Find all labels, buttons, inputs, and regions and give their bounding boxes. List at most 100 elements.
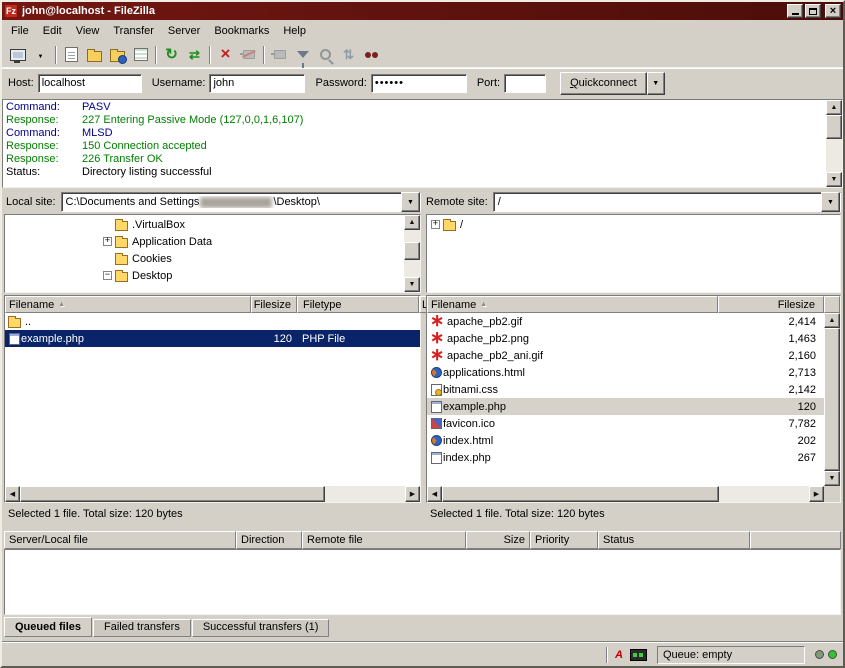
port-input[interactable] (504, 74, 546, 93)
tab-queued-files[interactable]: Queued files (4, 617, 92, 637)
local-file-row[interactable]: .. (5, 313, 420, 330)
remote-vertical-scrollbar[interactable]: ▲ ▼ (824, 313, 840, 486)
toggle-message-log-button[interactable] (60, 44, 83, 66)
queue-body[interactable] (4, 549, 841, 615)
column-filename[interactable]: Filename▲ (5, 296, 251, 313)
remote-site-combobox[interactable]: / ▼ (493, 192, 841, 212)
tree-item[interactable]: +Application Data (5, 233, 420, 250)
host-input[interactable] (38, 74, 142, 93)
maximize-button[interactable] (805, 4, 821, 18)
tab-failed-transfers[interactable]: Failed transfers (93, 619, 191, 637)
sync-browsing-button[interactable] (337, 44, 360, 66)
local-tree-items: .VirtualBox+Application DataCookies−Desk… (5, 216, 420, 284)
column-filename[interactable]: Filename▲ (427, 296, 718, 313)
find-files-button[interactable] (360, 44, 383, 66)
tree-item[interactable]: −Desktop (5, 267, 420, 284)
tree-item[interactable]: +/ (427, 216, 840, 233)
tree-expander-plus-icon[interactable]: + (103, 237, 112, 246)
scroll-up-button[interactable]: ▲ (404, 215, 420, 230)
password-input[interactable] (371, 74, 467, 93)
filter-button[interactable] (291, 44, 314, 66)
scroll-down-button[interactable]: ▼ (824, 471, 840, 486)
compare-button[interactable] (314, 44, 337, 66)
queue-column-server-local-file[interactable]: Server/Local file (4, 531, 236, 549)
tree-expander-minus-icon[interactable]: − (103, 271, 112, 280)
quickconnect-button[interactable]: Quickconnect (560, 72, 647, 95)
toggle-queue-button[interactable] (129, 44, 152, 66)
scroll-right-button[interactable]: ▶ (809, 486, 824, 502)
filezilla-logo-icon[interactable]: Fz (4, 4, 18, 18)
process-queue-button[interactable] (183, 44, 206, 66)
folder-icon (115, 255, 128, 265)
minimize-button[interactable] (787, 4, 803, 18)
disconnect-button[interactable] (237, 44, 260, 66)
local-tree-scrollbar[interactable]: ▲ ▼ (404, 215, 420, 292)
queue-column-priority[interactable]: Priority (530, 531, 598, 549)
menu-item-bookmarks[interactable]: Bookmarks (207, 20, 276, 42)
local-horizontal-scrollbar[interactable]: ◀ ▶ (5, 486, 420, 502)
queue-column-direction[interactable]: Direction (236, 531, 302, 549)
column-filesize[interactable]: Filesize (718, 296, 824, 313)
site-manager-button[interactable] (6, 44, 29, 66)
toggle-local-tree-button[interactable] (83, 44, 106, 66)
queue-column-status[interactable]: Status (598, 531, 750, 549)
titlebar[interactable]: Fz john@localhost - FileZilla × (2, 2, 843, 20)
scroll-left-button[interactable]: ◀ (5, 486, 20, 502)
log-line: Response:150 Connection accepted (6, 140, 824, 153)
log-scrollbar[interactable]: ▲ ▼ (826, 100, 842, 187)
menu-item-edit[interactable]: Edit (36, 20, 69, 42)
remote-file-row[interactable]: index.html202 (427, 432, 824, 449)
log-line: Command:PASV (6, 101, 824, 114)
scroll-thumb[interactable] (20, 486, 325, 502)
scroll-thumb[interactable] (826, 115, 842, 139)
local-site-combobox[interactable]: C:\Documents and Settings\Desktop\ ▼ (61, 192, 421, 212)
remote-file-row[interactable]: apache_pb2.gif2,414 (427, 313, 824, 330)
remote-horizontal-scrollbar[interactable]: ◀ ▶ (427, 486, 824, 502)
scroll-left-button[interactable]: ◀ (427, 486, 442, 502)
scroll-up-button[interactable]: ▲ (826, 100, 842, 115)
tree-item[interactable]: Cookies (5, 250, 420, 267)
scroll-thumb[interactable] (824, 328, 840, 471)
queue-column-remote-file[interactable]: Remote file (302, 531, 466, 549)
reconnect-button[interactable] (268, 44, 291, 66)
remote-file-row[interactable]: applications.html2,713 (427, 364, 824, 381)
toggle-remote-tree-button[interactable] (106, 44, 129, 66)
remote-file-row[interactable]: favicon.ico7,782 (427, 415, 824, 432)
tree-item[interactable]: .VirtualBox (5, 216, 420, 233)
menu-item-transfer[interactable]: Transfer (106, 20, 161, 42)
speed-limit-icon[interactable] (630, 649, 647, 661)
queue-column-size[interactable]: Size (466, 531, 530, 549)
username-input[interactable] (209, 74, 305, 93)
scroll-down-button[interactable]: ▼ (404, 277, 420, 292)
log-lines: Command:PASVResponse:227 Entering Passiv… (6, 101, 824, 179)
remote-file-row[interactable]: apache_pb2.png1,463 (427, 330, 824, 347)
remote-file-row[interactable]: bitnami.css2,142 (427, 381, 824, 398)
cancel-operation-button[interactable] (214, 44, 237, 66)
column-filetype[interactable]: Filetype (297, 296, 419, 313)
column-filesize[interactable]: Filesize (251, 296, 297, 313)
remote-file-row[interactable]: apache_pb2_ani.gif2,160 (427, 347, 824, 364)
close-button[interactable]: × (825, 4, 841, 18)
local-file-row[interactable]: example.php120PHP File1 (5, 330, 420, 347)
menu-item-server[interactable]: Server (161, 20, 207, 42)
local-site-dropdown[interactable]: ▼ (401, 192, 420, 212)
remote-file-row[interactable]: index.php267 (427, 449, 824, 466)
remote-file-row[interactable]: example.php120 (427, 398, 824, 415)
scroll-right-button[interactable]: ▶ (405, 486, 420, 502)
scroll-thumb[interactable] (442, 486, 719, 502)
menu-item-help[interactable]: Help (276, 20, 313, 42)
tree-expander-plus-icon[interactable]: + (431, 220, 440, 229)
refresh-button[interactable] (160, 44, 183, 66)
menu-item-view[interactable]: View (69, 20, 107, 42)
scroll-thumb[interactable] (404, 242, 420, 260)
scroll-up-button[interactable]: ▲ (824, 313, 840, 328)
menu-item-file[interactable]: File (4, 20, 36, 42)
site-manager-dropdown-button[interactable] (29, 44, 52, 66)
folder-icon (115, 272, 128, 282)
remote-site-dropdown[interactable]: ▼ (821, 192, 840, 212)
scroll-down-button[interactable]: ▼ (826, 172, 842, 187)
image-file-icon (430, 349, 443, 362)
quickconnect-dropdown[interactable]: ▼ (647, 72, 665, 95)
tab-successful-transfers-1-[interactable]: Successful transfers (1) (192, 619, 330, 637)
toolbar-separator (155, 46, 157, 64)
